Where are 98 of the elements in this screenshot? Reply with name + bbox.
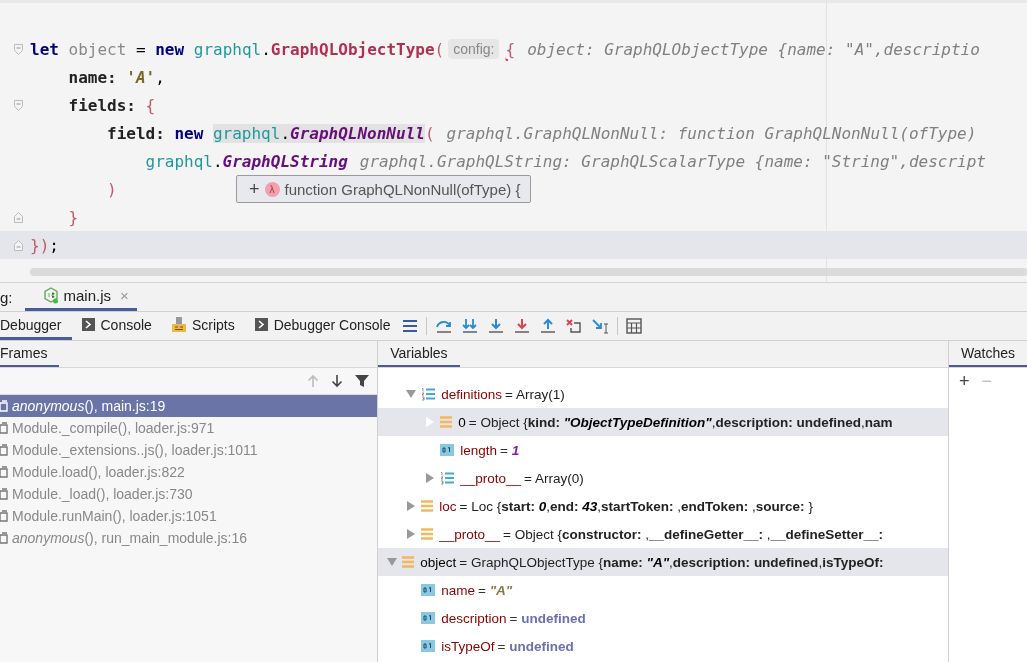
expanded-arrow-icon[interactable]: [406, 390, 417, 398]
frame-icon: [0, 532, 8, 544]
debug-label: g:: [0, 287, 13, 308]
inline-value: graphql.GraphQLString: GraphQLScalarType {name: "String",descript: [359, 151, 986, 171]
double-down-arrow-icon[interactable]: [461, 318, 480, 334]
variable-row[interactable]: isTypeOf = undefined: [378, 632, 949, 660]
run-to-cursor-icon[interactable]: [591, 318, 610, 334]
variable-row[interactable]: length = 1: [378, 436, 949, 464]
variable-name: object: [420, 554, 457, 570]
variable-row[interactable]: name = "A": [378, 576, 949, 604]
frame-icon: [0, 488, 8, 500]
variable-value: = undefined: [509, 610, 586, 626]
frame-icon: [0, 400, 8, 412]
frame-icon: [0, 444, 8, 456]
array-icon: [440, 471, 455, 485]
variable-value: = "A": [478, 582, 513, 598]
variable-value: = GraphQLObjectType {name: "A",description: undefined,isTypeOf:: [459, 554, 884, 570]
variable-name: definitions: [441, 386, 503, 402]
variable-row[interactable]: loc = Loc {start: 0,end: 43,startToken: ,endToken: ,source: }: [378, 492, 949, 520]
primitive-icon: [421, 612, 436, 624]
fold-icon[interactable]: [13, 239, 23, 251]
variable-row[interactable]: object = GraphQLObjectType {name: "A",description: undefined,isTypeOf:: [378, 548, 949, 576]
variable-name: description: [441, 610, 507, 626]
variable-name: name: [441, 582, 475, 598]
fold-icon[interactable]: [13, 99, 23, 111]
variable-value: = 1: [500, 442, 520, 458]
function-badge: λ: [264, 181, 280, 197]
variable-row[interactable]: definitions = Array(1): [378, 380, 949, 408]
variable-row[interactable]: description = undefined: [378, 604, 949, 632]
frame-icon: [0, 466, 8, 478]
add-button[interactable]: +: [957, 370, 972, 392]
force-step-into-icon[interactable]: [513, 318, 532, 334]
fold-icon[interactable]: [13, 43, 23, 55]
frame-icon: [0, 422, 8, 434]
code-text: ): [107, 179, 117, 199]
object-icon: [440, 415, 453, 429]
step-out-icon[interactable]: [539, 318, 558, 334]
code-text: }: [68, 207, 79, 227]
menu-icon[interactable]: [402, 319, 419, 333]
console-icon: [81, 318, 95, 331]
frame-icon: [0, 510, 8, 522]
variable-name: isTypeOf: [441, 638, 495, 654]
calculator-icon[interactable]: [626, 318, 643, 334]
down-arrow-icon[interactable]: [331, 374, 344, 388]
tool-tab[interactable]: Scripts: [161, 312, 245, 340]
expand-toggle[interactable]: +: [249, 178, 260, 200]
fold-icon[interactable]: [13, 211, 23, 223]
variable-value: = Object {constructor: ,__defineGetter__: ,__defineSetter__:: [503, 526, 884, 542]
array-icon: [421, 387, 436, 401]
code-text: });: [30, 235, 59, 255]
variable-value: = Array(1): [505, 386, 565, 402]
code-text: graphql.GraphQLString: [145, 151, 348, 171]
object-icon: [421, 527, 434, 541]
variable-name: __proto__: [460, 470, 522, 486]
inline-value: graphql.GraphQLNonNull: function GraphQLNonNull(ofType): [446, 123, 977, 143]
step-into-icon[interactable]: [487, 318, 506, 334]
primitive-icon: [421, 640, 436, 652]
variable-value: = Loc {start: 0,end: 43,startToken: ,endToken: ,source: }: [459, 498, 813, 514]
tool-tab[interactable]: Console: [71, 312, 162, 340]
code-text: {: [505, 39, 516, 59]
variable-name: loc: [439, 498, 457, 514]
variable-name: __proto__: [439, 526, 501, 542]
panel-tab[interactable]: Watches: [949, 341, 1027, 367]
code-text: let object = new graphql.GraphQLObjectType(: [30, 39, 445, 59]
code-text: field: new graphql.GraphQLNonNull(: [107, 123, 435, 143]
nodejs-icon: [42, 287, 59, 304]
variable-row[interactable]: __proto__ = Array(0): [378, 464, 949, 492]
primitive-icon: [421, 584, 436, 596]
parameter-hint: config:: [448, 39, 500, 59]
panel-tab[interactable]: Frames: [0, 341, 60, 367]
drop-frame-icon[interactable]: [565, 318, 584, 334]
variable-value: = Array(0): [524, 470, 584, 486]
function-signature: function GraphQLNonNull(ofType) {: [284, 180, 521, 198]
filter-icon[interactable]: [355, 374, 370, 388]
inline-value: object: GraphQLObjectType {name: "A",descriptio: [527, 39, 980, 59]
run-tab[interactable]: main.js ×: [24, 283, 137, 311]
step-over-icon[interactable]: [435, 318, 454, 334]
variable-row[interactable]: __proto__ = Object {constructor: ,__defineGetter__: ,__defineSetter__:: [378, 520, 949, 548]
tool-tab[interactable]: Debugger Console: [244, 312, 401, 340]
collapsed-arrow-icon[interactable]: [407, 501, 416, 511]
variable-value: = Object {kind: "ObjectTypeDefinition",description: undefined,nam: [468, 414, 893, 430]
script-file-icon: [171, 317, 186, 332]
code-text: name: 'A',: [68, 67, 165, 87]
object-icon: [421, 499, 434, 513]
object-icon: [402, 555, 415, 569]
horizontal-scrollbar[interactable]: [30, 268, 1027, 276]
variable-row[interactable]: 0 = Object {kind: "ObjectTypeDefinition",description: undefined,nam: [378, 408, 949, 436]
variable-name: 0: [458, 414, 466, 430]
variable-name: length: [460, 442, 498, 458]
collapsed-arrow-icon[interactable]: [407, 529, 416, 539]
code-text: fields: {: [68, 95, 156, 115]
expanded-arrow-icon[interactable]: [387, 558, 398, 566]
collapsed-arrow-icon[interactable]: [426, 473, 435, 483]
panel-tab[interactable]: Variables: [378, 341, 460, 367]
primitive-icon: [440, 444, 455, 456]
console-icon: [254, 318, 268, 331]
frame-item[interactable]: anonymous(), main.js:19: [0, 395, 378, 417]
variable-value: = undefined: [497, 638, 574, 654]
